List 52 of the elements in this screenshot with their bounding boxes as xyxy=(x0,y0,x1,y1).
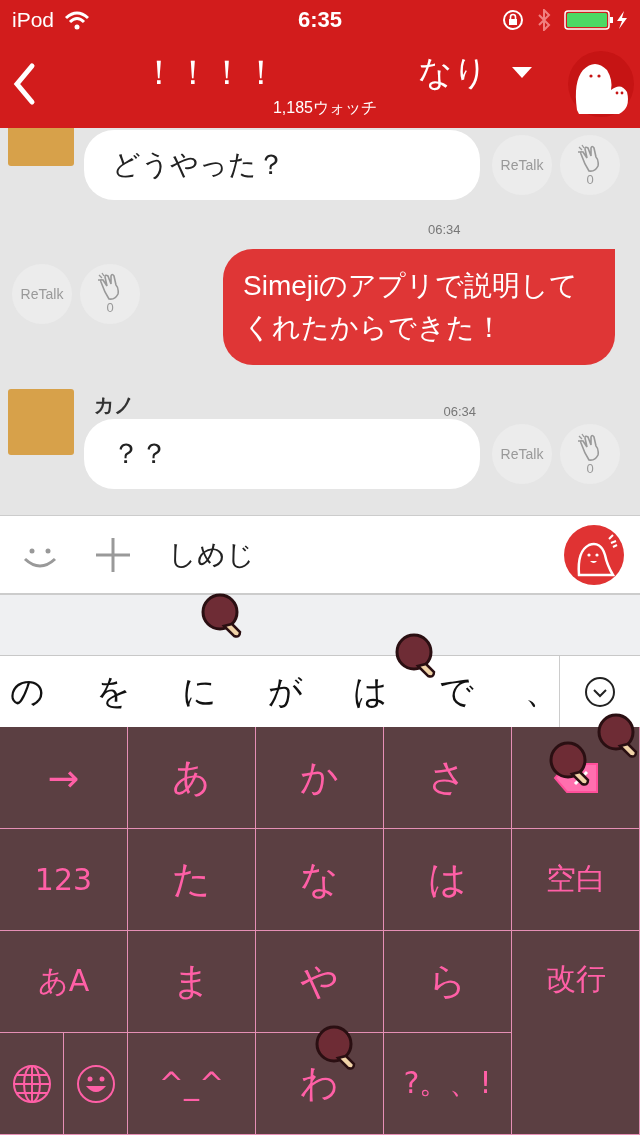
clap-button[interactable]: 0 xyxy=(560,424,620,484)
clap-button[interactable]: 0 xyxy=(80,263,140,324)
user-name-dropdown[interactable]: なり xyxy=(418,49,488,96)
candidate-word[interactable]: が xyxy=(267,668,354,715)
candidate-word[interactable]: は xyxy=(353,668,440,715)
candidate-word[interactable]: の xyxy=(10,668,96,715)
candidate-word[interactable]: 、 xyxy=(525,668,560,715)
circle-chevron-icon[interactable] xyxy=(584,675,617,708)
chat-title: ！！！！ xyxy=(142,51,279,93)
keyboard-key[interactable]: あ xyxy=(128,727,256,829)
message-time: 06:34 xyxy=(443,404,476,419)
keyboard-key[interactable]: な xyxy=(256,829,384,931)
rotation-lock-icon xyxy=(502,9,524,31)
keyboard-key[interactable]: ら xyxy=(384,931,512,1033)
candidate-word[interactable]: に xyxy=(181,668,268,715)
keyboard-key[interactable]: は xyxy=(384,829,512,931)
retalk-button[interactable]: ReTalk xyxy=(492,424,552,484)
clock-time: 6:35 xyxy=(298,7,343,33)
keyboard-key[interactable]: た xyxy=(128,829,256,931)
keyboard-key[interactable]: ま xyxy=(128,931,256,1033)
smiley-icon xyxy=(75,1063,116,1104)
sender-name: カノ xyxy=(94,393,134,418)
message-bubble: Simejiのアプリで説明してくれたからできた！ xyxy=(223,249,615,365)
keyboard-key[interactable]: か xyxy=(256,727,384,829)
globe-icon xyxy=(11,1063,52,1104)
retalk-button[interactable]: ReTalk xyxy=(12,263,72,324)
candidate-word[interactable]: で xyxy=(439,668,526,715)
watch-count: 1,185ウォッチ xyxy=(272,97,377,118)
keyboard-key[interactable]: ^_^ xyxy=(128,1033,256,1135)
globe-key[interactable] xyxy=(0,1033,64,1135)
return-key[interactable]: 改行 xyxy=(512,931,640,1135)
wifi-icon xyxy=(64,10,91,30)
keyboard-key[interactable]: 空白 xyxy=(512,829,640,931)
message-bubble: ？？ xyxy=(84,419,480,489)
candidate-word[interactable]: を xyxy=(95,668,182,715)
keyboard-key[interactable]: ?。、! xyxy=(384,1033,512,1135)
keyboard-key[interactable]: あA xyxy=(0,931,128,1033)
emoji-key[interactable] xyxy=(64,1033,128,1135)
message-bubble: どうやった？ xyxy=(84,130,480,200)
plus-icon[interactable] xyxy=(96,537,130,572)
retalk-button[interactable]: ReTalk xyxy=(492,135,552,195)
keyboard-key[interactable]: 123 xyxy=(0,829,128,931)
carrier-label: iPod xyxy=(12,8,55,32)
clap-button[interactable]: 0 xyxy=(560,135,620,195)
dropdown-triangle-icon[interactable] xyxy=(512,67,532,78)
message-time: 06:34 xyxy=(428,222,461,237)
keyboard-key[interactable]: さ xyxy=(384,727,512,829)
bluetooth-icon xyxy=(536,9,552,31)
keyboard-key[interactable]: → xyxy=(0,727,128,829)
avatar-image xyxy=(8,389,74,455)
message-input[interactable]: しめじ xyxy=(166,537,564,572)
battery-charging-icon xyxy=(564,10,628,30)
